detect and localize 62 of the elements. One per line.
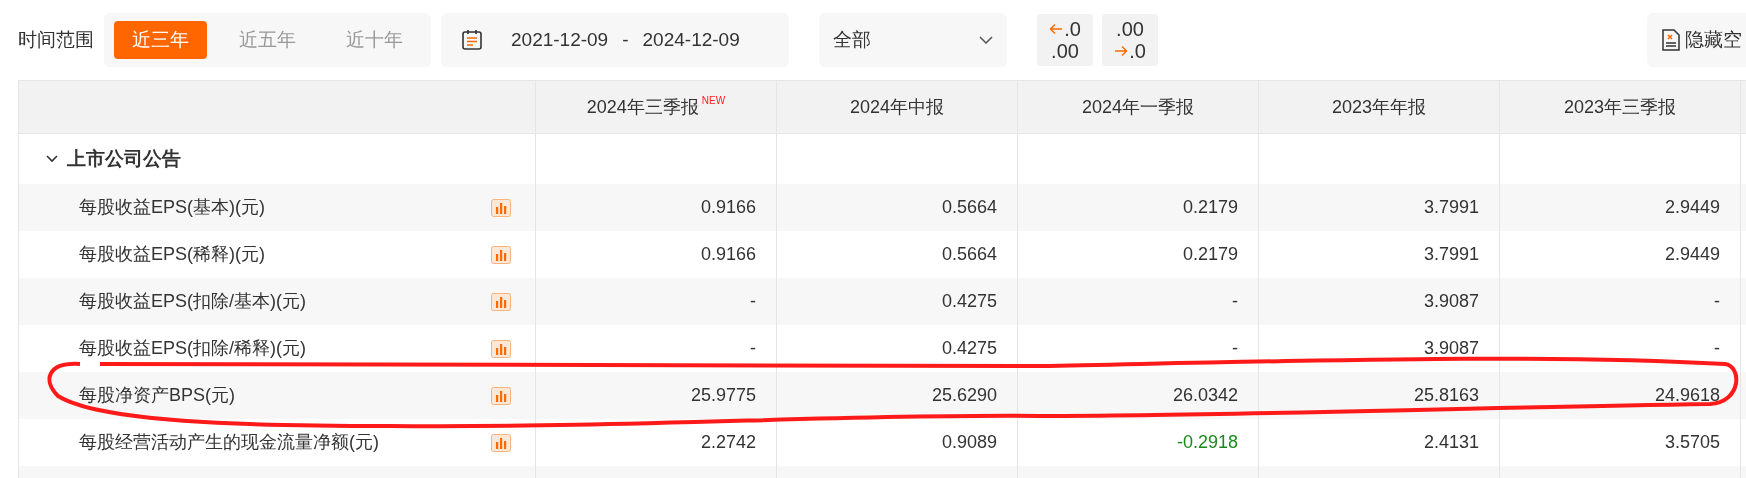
- table-cell-text: 0.9166: [700, 243, 756, 266]
- table-cell-text: 0.4275: [941, 337, 997, 360]
- table-cell-text: 25.9775: [690, 384, 756, 407]
- table-cell-text: 0.2179: [1182, 243, 1238, 266]
- table-cell-text: 2.4131: [1423, 431, 1479, 454]
- row-label: 每股经营活动产生的现金流量净额(元): [79, 431, 379, 454]
- start-date: 2021-12-09: [511, 27, 609, 52]
- column-header: 2023年三季报: [1500, 81, 1741, 133]
- bar-chart-icon[interactable]: [491, 433, 511, 452]
- table-cell-text: 3.5705: [1664, 431, 1720, 454]
- arrow-right-icon: [1114, 45, 1129, 57]
- table-cell-text: 0.9089: [941, 431, 997, 454]
- row-label: 每股净资产BPS(元): [79, 384, 235, 407]
- column-header: 2024年一季报: [1018, 81, 1259, 133]
- table-cell-text: 25.6290: [931, 384, 997, 407]
- row-label: 每股收益EPS(扣除/基本)(元): [79, 290, 306, 313]
- date-range-field[interactable]: 2021-12-09 - 2024-12-09: [441, 13, 789, 67]
- table-cell-text: 3.7991: [1423, 196, 1479, 219]
- new-label: NEW: [701, 94, 726, 108]
- table-cell-text: -: [750, 337, 756, 360]
- bar-chart-icon[interactable]: [491, 198, 511, 217]
- row-label: 每股收益EPS(扣除/稀释)(元): [79, 337, 306, 360]
- table-cell-text: 0.5664: [941, 243, 997, 266]
- section-toggle[interactable]: 上市公司公告: [45, 144, 181, 174]
- document-x-icon: [1661, 29, 1681, 51]
- bar-chart-icon[interactable]: [491, 292, 511, 311]
- table-cell-text: -0.2918: [1176, 431, 1238, 454]
- bar-chart-icon[interactable]: [491, 339, 511, 358]
- table-cell-text: 24.9618: [1654, 384, 1720, 407]
- table-cell-text: -: [1232, 290, 1238, 313]
- table-cell-text: 0.4275: [941, 290, 997, 313]
- row-label: 每股收益EPS(稀释)(元): [79, 243, 265, 266]
- table-cell-text: 3.9087: [1423, 290, 1479, 313]
- table-cell-text: 2.9449: [1664, 196, 1720, 219]
- table-cell-text: -: [1714, 290, 1720, 313]
- row-label: 每股收益EPS(基本)(元): [79, 196, 265, 219]
- column-header: 2023年年报: [1259, 81, 1500, 133]
- table-cell-text: 0.9166: [700, 196, 756, 219]
- decimal-button[interactable]: .0 .00: [1037, 14, 1093, 66]
- table-cell-text: 2.9449: [1664, 243, 1720, 266]
- table-cell-text: 2.2742: [700, 431, 756, 454]
- chevron-down-icon: [979, 36, 993, 44]
- bar-chart-icon[interactable]: [491, 245, 511, 264]
- table-cell-text: -: [1714, 337, 1720, 360]
- bar-chart-icon[interactable]: [491, 386, 511, 405]
- table-cell-text: 0.5664: [941, 196, 997, 219]
- end-date: 2024-12-09: [642, 27, 740, 52]
- hide-empty-button[interactable]: 隐藏空: [1647, 13, 1746, 67]
- time-range-label: 时间范围: [18, 27, 94, 52]
- type-select[interactable]: 全部: [819, 13, 1007, 67]
- column-header: 2024年中报: [777, 81, 1018, 133]
- table-cell-text: 3.9087: [1423, 337, 1479, 360]
- arrow-left-icon: [1049, 23, 1064, 35]
- calendar-icon: [461, 29, 483, 51]
- date-separator: -: [622, 27, 629, 52]
- decimal-button[interactable]: .00 .0: [1102, 14, 1158, 66]
- table-cell-text: -: [1232, 337, 1238, 360]
- table-cell-text: 26.0342: [1172, 384, 1238, 407]
- table-cell-text: 0.2179: [1182, 196, 1238, 219]
- table-cell-text: 3.7991: [1423, 243, 1479, 266]
- table-cell-text: -: [750, 290, 756, 313]
- table-cell-text: 25.8163: [1413, 384, 1479, 407]
